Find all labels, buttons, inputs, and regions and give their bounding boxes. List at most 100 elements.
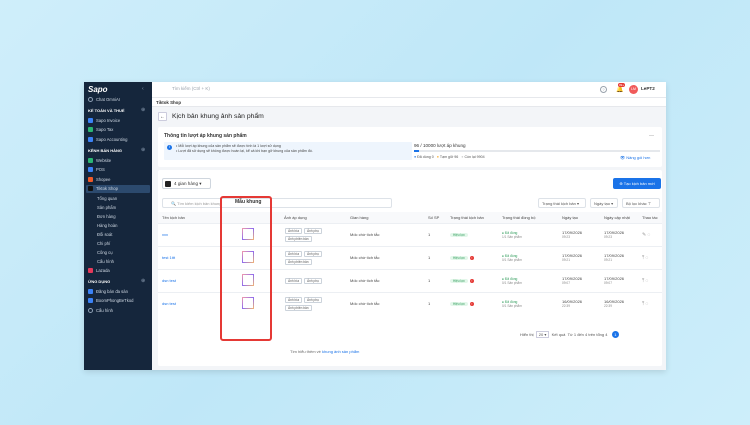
sidebar-item-4[interactable]: Sapo Accounting (88, 135, 127, 143)
add-icon[interactable]: ⊕ (141, 147, 145, 153)
script-search-input[interactable]: 🔍 Tìm kiếm kịch bản khung (162, 198, 392, 208)
quota-progress (414, 150, 660, 152)
status-badge: Hiệu lực (450, 256, 468, 260)
date-filter[interactable]: Ngày tạo ▾ (590, 198, 618, 208)
sidebar-item-label: Cấu hình (96, 307, 113, 313)
sidebar-item-2[interactable]: Sapo Invoice (88, 116, 120, 124)
status-filter[interactable]: Trạng thái kịch bản ▾ (538, 198, 586, 208)
sidebar-item-9[interactable]: Tiktok Shop (88, 185, 118, 193)
image-type-tag: Ảnh phụ (304, 296, 322, 303)
page-title: Kịch bản khung ảnh sản phẩm (172, 113, 264, 120)
status-badge: Hiệu lực (450, 233, 468, 237)
upload-icon[interactable]: ⤒ (642, 255, 644, 261)
warning-icon: ! (469, 256, 474, 260)
sidebar-item-12[interactable]: Đơn hàng (97, 212, 116, 220)
sidebar-item-label: Sapo Accounting (96, 136, 128, 142)
channel-icon-3 (88, 127, 93, 132)
sidebar-item-label: POS (96, 167, 105, 172)
sidebar-item-3[interactable]: Sapo Tax (88, 126, 113, 134)
add-icon[interactable]: ⊕ (141, 107, 145, 113)
sidebar-item-15[interactable]: Chi phí (97, 239, 110, 247)
edit-icon[interactable]: ✎ (642, 232, 646, 238)
sidebar-item-label: BoomPhongBeTkod (96, 298, 134, 303)
image-type-tag: Ảnh phiên bản (285, 235, 312, 242)
sidebar-item-5: KÊNH BÁN HÀNG (88, 147, 122, 155)
script-name-link[interactable]: dsn test (162, 301, 176, 306)
back-button[interactable]: ← (158, 112, 167, 121)
sidebar-item-14[interactable]: Đối soát (97, 230, 112, 238)
column-header: Ngày tạo (558, 212, 600, 223)
collapse-card-icon[interactable]: — (649, 133, 654, 139)
image-type-tag: Ảnh bìa (285, 296, 302, 303)
page-header: ← Kịch bản khung ảnh sản phẩm (152, 108, 666, 126)
quota-info-box: i • Mỗi lượt áp khung của sản phẩm sẽ đư… (164, 142, 412, 160)
add-icon[interactable]: ⊕ (141, 278, 145, 284)
sidebar-item-19: ỨNG DỤNG (88, 278, 110, 286)
sidebar-item-11[interactable]: Sản phẩm (97, 203, 116, 211)
sidebar-item-7[interactable]: POS (88, 166, 105, 174)
toggle-icon[interactable]: ◌ (645, 278, 648, 284)
create-script-button[interactable]: ⊕ Tạo kịch bản mới (613, 178, 661, 189)
bell-icon[interactable]: 🔔 (616, 86, 623, 93)
store-name: Mốc chờ tích tắc (346, 268, 424, 292)
more-filter[interactable]: Bộ lọc khác ⊤ (622, 198, 660, 208)
learn-more-link[interactable]: Tìm hiểu thêm về khung ảnh sản phẩm (290, 349, 359, 354)
collapse-icon[interactable]: ‹ (142, 86, 144, 92)
sidebar-item-18[interactable]: Lazada (88, 266, 110, 274)
script-name-link[interactable]: dsn test (162, 278, 176, 283)
sidebar-item-label: Đối soát (97, 231, 113, 237)
sidebar-item-label: Hàng hoàn (97, 222, 118, 228)
channel-icon-7 (88, 167, 93, 172)
sync-sub: 0/1 Sản phẩm (502, 257, 522, 262)
product-count: 1 (424, 222, 446, 246)
chat-icon (88, 96, 93, 102)
sidebar-item-16[interactable]: Công cụ (97, 248, 113, 256)
highlight-box (220, 196, 272, 341)
updated-time: 09:21 (604, 258, 612, 262)
sidebar-item-17[interactable]: Cấu hình (97, 257, 114, 265)
quota-legend: ● Đã dùng 0 ● Tạm giữ 96 ● Còn lại 9904 (414, 155, 485, 159)
toggle-icon[interactable]: ◌ (645, 301, 648, 307)
product-count: 1 (424, 291, 446, 315)
sidebar-item-label: Công cụ (97, 249, 113, 255)
store-name: Mốc chờ tích tắc (346, 245, 424, 269)
image-type-tag: Ảnh bìa (285, 227, 302, 234)
sidebar-item-10[interactable]: Tổng quan (97, 194, 117, 202)
upgrade-link[interactable]: 👁 Nâng gói hơn (620, 155, 650, 160)
sidebar-item-0[interactable]: Chat OmniAI (88, 95, 120, 103)
script-name-link[interactable]: test 1ttt (162, 255, 175, 260)
page-1-button[interactable]: 1 (611, 331, 619, 338)
avatar[interactable]: LM (629, 85, 638, 94)
toggle-icon[interactable]: ◌ (647, 232, 650, 238)
sidebar-item-20[interactable]: Đăng bán đa sàn (88, 287, 128, 295)
store-select[interactable]: 4 gian hàng ▾ (162, 178, 211, 189)
sidebar-item-label: Cấu hình (97, 258, 114, 264)
sidebar-item-6[interactable]: Website (88, 156, 111, 164)
upload-icon[interactable]: ⤒ (642, 301, 644, 307)
sidebar-item-22[interactable]: Cấu hình (88, 306, 113, 314)
tiktok-icon (165, 180, 171, 187)
page-size-select[interactable]: 20 ▾ (535, 331, 550, 338)
search-input[interactable]: Tìm kiếm (Ctrl + K) (172, 86, 210, 91)
toggle-icon[interactable]: ◌ (645, 255, 648, 261)
sidebar-item-label: KẾ TOÁN VÀ THUẾ (88, 108, 125, 113)
quota-card: Thông tin lượt áp khung sản phẩm — i • M… (158, 127, 662, 167)
created-time: 09:23 (562, 235, 570, 239)
channel-icon-6 (88, 157, 93, 163)
sidebar-item-13[interactable]: Hàng hoàn (97, 221, 118, 229)
help-icon[interactable]: ? (600, 86, 607, 93)
upload-icon[interactable]: ⤒ (642, 278, 644, 284)
sidebar-item-label: KÊNH BÁN HÀNG (88, 148, 122, 153)
gear-icon (88, 307, 93, 313)
channel-icon-8 (88, 176, 93, 182)
sidebar-item-8[interactable]: Shopee (88, 175, 110, 183)
user-name[interactable]: LePT2 (641, 86, 655, 91)
script-name-link[interactable]: xxx (162, 232, 168, 237)
column-header: Trạng thái đồng bộ (498, 212, 558, 223)
sidebar-item-label: ỨNG DỤNG (88, 279, 111, 284)
sidebar-item-21[interactable]: BoomPhongBeTkod (88, 297, 133, 305)
quota-progress-fill (414, 150, 419, 152)
channel-bar: Tiktok Shop (152, 98, 666, 107)
sidebar-item-label: Shopee (96, 176, 111, 182)
sync-sub: 0/1 Sản phẩm (502, 280, 522, 285)
